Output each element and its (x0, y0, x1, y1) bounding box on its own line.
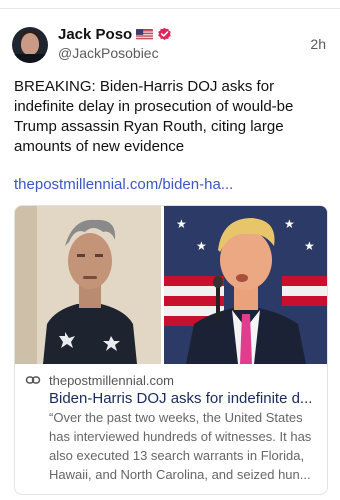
preview-image-right: ★ ★ ★ ★ (164, 206, 327, 364)
post-link[interactable]: thepostmillennial.com/biden-ha... (14, 176, 233, 193)
link-preview-card[interactable]: ★ ★ ★ ★ thepostmillennial.com Biden-Harr… (14, 205, 328, 495)
top-divider (0, 0, 340, 9)
post-time: 2h (310, 36, 326, 52)
author-row[interactable]: Jack Poso (58, 24, 172, 44)
link-chain-icon (25, 376, 41, 384)
avatar[interactable] (12, 27, 48, 63)
verified-badge-icon (158, 27, 171, 40)
card-description: “Over the past two weeks, the United Sta… (49, 410, 312, 482)
author-handle[interactable]: @JackPosobiec (58, 45, 159, 61)
card-domain-row[interactable]: thepostmillennial.com (25, 372, 174, 388)
svg-text:★: ★ (176, 217, 187, 231)
preview-image-left (15, 206, 161, 364)
card-domain[interactable]: thepostmillennial.com (49, 373, 174, 388)
author-name[interactable]: Jack Poso (58, 26, 132, 43)
svg-text:★: ★ (284, 217, 295, 231)
svg-text:★: ★ (304, 239, 315, 253)
us-flag-icon (136, 28, 154, 40)
post-text: BREAKING: Biden-Harris DOJ asks for inde… (14, 78, 294, 155)
svg-text:★: ★ (196, 239, 207, 253)
card-title[interactable]: Biden-Harris DOJ asks for indefinite d..… (49, 390, 321, 407)
